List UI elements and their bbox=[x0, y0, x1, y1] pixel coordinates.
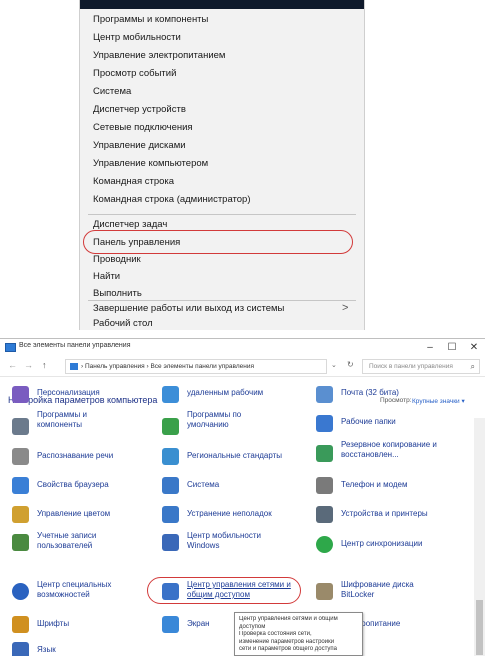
speech-icon bbox=[12, 448, 29, 465]
menu-item-event-viewer[interactable]: Просмотр событий bbox=[93, 68, 176, 80]
cp-item-user-accounts[interactable]: Учетные записи пользователей bbox=[12, 531, 152, 559]
menu-item-shutdown[interactable]: Завершение работы или выход из системы bbox=[93, 303, 284, 315]
search-icon[interactable]: ⌕ bbox=[471, 362, 475, 372]
control-panel-icon bbox=[5, 343, 16, 352]
back-arrow-icon[interactable]: ← bbox=[8, 360, 17, 370]
refresh-icon[interactable]: ↻ bbox=[347, 360, 354, 369]
address-bar[interactable]: › Панель управления › Все элементы панел… bbox=[65, 359, 327, 374]
menu-item-system[interactable]: Система bbox=[93, 86, 131, 98]
control-panel-icon bbox=[70, 363, 78, 370]
cp-item-work-folders[interactable]: Рабочие папки bbox=[316, 410, 466, 438]
remote-desktop-icon bbox=[162, 386, 179, 403]
search-input[interactable]: Поиск в панели управления ⌕ bbox=[362, 359, 480, 374]
menu-item-programs[interactable]: Программы и компоненты bbox=[93, 14, 208, 26]
browser-icon bbox=[12, 477, 29, 494]
cp-item-speech[interactable]: Распознавание речи bbox=[12, 446, 152, 474]
menu-item-desktop[interactable]: Рабочий стол bbox=[93, 318, 153, 330]
cp-item-region[interactable]: Региональные стандарты bbox=[162, 446, 312, 474]
user-accounts-icon bbox=[12, 534, 29, 551]
display-icon bbox=[162, 616, 179, 633]
cp-item-mobility-center[interactable]: Центр мобильности Windows bbox=[162, 531, 302, 559]
chevron-right-icon: > bbox=[342, 302, 349, 314]
control-panel-highlight-circle bbox=[83, 230, 353, 254]
bitlocker-icon bbox=[316, 583, 333, 600]
printer-icon bbox=[316, 506, 333, 523]
title-bar: Все элементы панели управления – ☐ ✕ bbox=[0, 339, 485, 357]
system-icon bbox=[162, 477, 179, 494]
region-icon bbox=[162, 448, 179, 465]
network-center-tooltip: Центр управления сетями и общим доступом… bbox=[234, 612, 363, 656]
phone-icon bbox=[316, 477, 333, 494]
cp-item-backup[interactable]: Резервное копирование и восстановлен... bbox=[316, 440, 466, 468]
cp-item-browser[interactable]: Свойства браузера bbox=[12, 475, 152, 503]
scrollbar-thumb[interactable] bbox=[476, 600, 483, 655]
minimize-button[interactable]: – bbox=[419, 340, 441, 356]
sync-icon bbox=[316, 536, 333, 553]
troubleshoot-icon bbox=[162, 506, 179, 523]
cp-item-language[interactable]: Язык bbox=[12, 640, 152, 656]
cp-item-bitlocker[interactable]: Шифрование диска BitLocker bbox=[316, 580, 466, 608]
desktop-area-left bbox=[0, 0, 79, 330]
address-bar-row: ← → ↑ › Панель управления › Все элементы… bbox=[0, 357, 485, 377]
forward-arrow-icon[interactable]: → bbox=[24, 360, 33, 370]
winx-context-menu: Программы и компоненты Центр мобильности… bbox=[79, 0, 365, 330]
fonts-icon bbox=[12, 616, 29, 633]
programs-icon bbox=[12, 418, 29, 435]
menu-item-computer-management[interactable]: Управление компьютером bbox=[93, 158, 208, 170]
cp-item-troubleshooting[interactable]: Устранение неполадок bbox=[162, 504, 312, 532]
cp-item-sync-center[interactable]: Центр синхронизации bbox=[316, 534, 466, 562]
menu-item-device-manager[interactable]: Диспетчер устройств bbox=[93, 104, 186, 116]
cp-item-display[interactable]: Экран bbox=[162, 614, 242, 642]
cp-item-default-programs[interactable]: Программы по умолчанию bbox=[162, 410, 302, 438]
menu-item-power-options[interactable]: Управление электропитанием bbox=[93, 50, 225, 62]
cp-item-color-management[interactable]: Управление цветом bbox=[12, 504, 152, 532]
language-icon bbox=[12, 642, 29, 656]
network-center-highlight-circle bbox=[147, 577, 301, 604]
cp-item-fonts[interactable]: Шрифты bbox=[12, 614, 152, 642]
default-programs-icon bbox=[162, 418, 179, 435]
menu-separator-3 bbox=[88, 300, 356, 301]
backup-icon bbox=[316, 445, 333, 462]
menu-item-search[interactable]: Найти bbox=[93, 271, 120, 283]
close-button[interactable]: ✕ bbox=[463, 340, 485, 356]
menu-item-run[interactable]: Выполнить bbox=[93, 288, 142, 300]
cp-item-accessibility[interactable]: Центр специальных возможностей bbox=[12, 580, 152, 608]
accessibility-icon bbox=[12, 583, 29, 600]
menu-item-command-prompt[interactable]: Командная строка bbox=[93, 176, 174, 188]
cp-item-system[interactable]: Система bbox=[162, 475, 302, 503]
menu-item-explorer[interactable]: Проводник bbox=[93, 254, 141, 266]
menu-item-disk-management[interactable]: Управление дисками bbox=[93, 140, 186, 152]
maximize-button[interactable]: ☐ bbox=[441, 340, 463, 356]
menu-item-command-prompt-admin[interactable]: Командная строка (администратор) bbox=[93, 194, 251, 206]
breadcrumb[interactable]: › Панель управления › Все элементы панел… bbox=[81, 363, 254, 370]
personalization-icon bbox=[12, 386, 29, 403]
cp-item-devices-printers[interactable]: Устройства и принтеры bbox=[316, 504, 466, 532]
cp-item-programs[interactable]: Программы и компоненты bbox=[12, 410, 152, 438]
search-placeholder: Поиск в панели управления bbox=[369, 363, 453, 370]
menu-separator bbox=[88, 214, 356, 215]
color-management-icon bbox=[12, 506, 29, 523]
window-title: Все элементы панели управления bbox=[19, 342, 131, 349]
mobility-icon bbox=[162, 534, 179, 551]
work-folders-icon bbox=[316, 415, 333, 432]
up-arrow-icon[interactable]: ↑ bbox=[42, 360, 47, 370]
mail-icon bbox=[316, 386, 333, 403]
menu-item-mobility-center[interactable]: Центр мобильности bbox=[93, 32, 181, 44]
chevron-down-icon[interactable]: ⌄ bbox=[331, 361, 337, 369]
taskbar-strip bbox=[80, 0, 364, 9]
cp-item-phone-modem[interactable]: Телефон и модем bbox=[316, 475, 466, 503]
menu-item-network-connections[interactable]: Сетевые подключения bbox=[93, 122, 193, 134]
desktop-area-right bbox=[365, 0, 485, 330]
